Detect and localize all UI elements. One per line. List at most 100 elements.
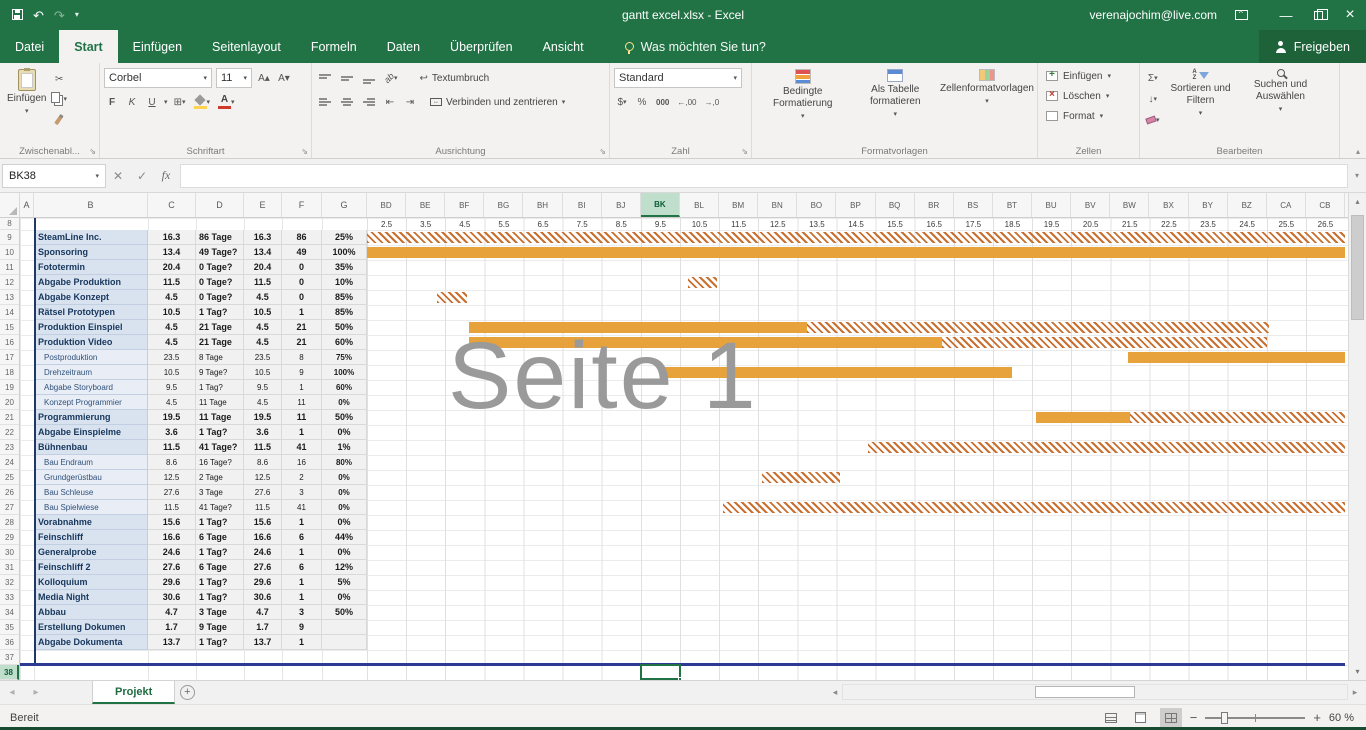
cell-D25[interactable]: 2 Tage — [196, 470, 244, 485]
cell-C25[interactable]: 12.5 — [148, 470, 196, 485]
cell-E16[interactable]: 4.5 — [244, 335, 282, 350]
cell-D28[interactable]: 1 Tag? — [196, 515, 244, 530]
column-header-BR[interactable]: BR — [915, 193, 954, 217]
sheet-grid[interactable]: Seite 1 89101112131415161718192021222324… — [0, 218, 1348, 680]
cell-C27[interactable]: 11.5 — [148, 500, 196, 515]
clipboard-dialog-launcher-icon[interactable]: ⇘ — [89, 147, 96, 156]
cell-B19[interactable]: Abgabe Storyboard — [34, 380, 148, 395]
column-header-BT[interactable]: BT — [993, 193, 1032, 217]
cell-G10[interactable]: 100% — [322, 245, 367, 260]
column-header-BY[interactable]: BY — [1189, 193, 1228, 217]
tab-daten[interactable]: Daten — [372, 30, 435, 63]
cell-G21[interactable]: 50% — [322, 410, 367, 425]
cell-G11[interactable]: 35% — [322, 260, 367, 275]
cell-B23[interactable]: Bühnenbau — [34, 440, 148, 455]
increase-decimal-button[interactable]: ←,00 — [675, 93, 698, 111]
cell-B36[interactable]: Abgabe Dokumenta — [34, 635, 148, 650]
cell-C33[interactable]: 30.6 — [148, 590, 196, 605]
font-name-select[interactable]: Corbel ▾ — [104, 68, 212, 88]
cell-E36[interactable]: 13.7 — [244, 635, 282, 650]
cell-B11[interactable]: Fototermin — [34, 260, 148, 275]
cell-B30[interactable]: Generalprobe — [34, 545, 148, 560]
cell-B34[interactable]: Abbau — [34, 605, 148, 620]
cell-F32[interactable]: 1 — [282, 575, 322, 590]
account-name[interactable]: verenajochim@live.com — [1089, 8, 1217, 22]
row-header-38[interactable]: 38 — [0, 665, 19, 680]
cell-G36[interactable] — [322, 635, 367, 650]
align-left-button[interactable] — [316, 93, 334, 111]
fill-handle[interactable] — [678, 677, 682, 680]
percent-style-button[interactable]: % — [634, 93, 650, 111]
cell-B18[interactable]: Drehzeitraum — [34, 365, 148, 380]
column-header-CA[interactable]: CA — [1267, 193, 1306, 217]
close-button[interactable]: × — [1334, 0, 1366, 30]
cell-D16[interactable]: 21 Tage — [196, 335, 244, 350]
accounting-format-button[interactable]: $▾ — [614, 93, 630, 111]
cell-G33[interactable]: 0% — [322, 590, 367, 605]
cell-F16[interactable]: 21 — [282, 335, 322, 350]
cell-G13[interactable]: 85% — [322, 290, 367, 305]
bold-button[interactable]: F — [104, 93, 120, 111]
column-header-BF[interactable]: BF — [445, 193, 484, 217]
cell-G15[interactable]: 50% — [322, 320, 367, 335]
cell-E32[interactable]: 29.6 — [244, 575, 282, 590]
horizontal-scroll-track[interactable] — [842, 684, 1348, 700]
cell-C11[interactable]: 20.4 — [148, 260, 196, 275]
find-select-button[interactable]: Suchen und Auswählen ▾ — [1240, 66, 1322, 142]
cell-F35[interactable]: 9 — [282, 620, 322, 635]
cell-B27[interactable]: Bau Spielwiese — [34, 500, 148, 515]
cell-F26[interactable]: 3 — [282, 485, 322, 500]
cell-E30[interactable]: 24.6 — [244, 545, 282, 560]
conditional-formatting-button[interactable]: Bedingte Formatierung ▾ — [756, 66, 850, 142]
cell-G34[interactable]: 50% — [322, 605, 367, 620]
cell-D24[interactable]: 16 Tage? — [196, 455, 244, 470]
fill-color-button[interactable]: ▾ — [192, 93, 213, 111]
format-painter-button[interactable] — [49, 110, 69, 128]
cell-C15[interactable]: 4.5 — [148, 320, 196, 335]
row-header-19[interactable]: 19 — [0, 380, 19, 395]
zoom-slider-thumb[interactable] — [1221, 712, 1228, 724]
tab-ansicht[interactable]: Ansicht — [528, 30, 599, 63]
cell-G9[interactable]: 25% — [322, 230, 367, 245]
cell-F20[interactable]: 11 — [282, 395, 322, 410]
font-color-button[interactable]: A ▾ — [216, 93, 237, 111]
cell-E33[interactable]: 30.6 — [244, 590, 282, 605]
cell-D27[interactable]: 41 Tage? — [196, 500, 244, 515]
column-header-BK[interactable]: BK — [641, 193, 680, 217]
row-header-32[interactable]: 32 — [0, 575, 19, 590]
format-cells-button[interactable]: Format ▾ — [1042, 106, 1135, 126]
row-header-13[interactable]: 13 — [0, 290, 19, 305]
column-header-BX[interactable]: BX — [1149, 193, 1188, 217]
cell-E17[interactable]: 23.5 — [244, 350, 282, 365]
cell-G17[interactable]: 75% — [322, 350, 367, 365]
cell-D19[interactable]: 1 Tag? — [196, 380, 244, 395]
cell-E21[interactable]: 19.5 — [244, 410, 282, 425]
enter-icon[interactable]: ✓ — [130, 164, 154, 188]
cell-E9[interactable]: 16.3 — [244, 230, 282, 245]
row-header-33[interactable]: 33 — [0, 590, 19, 605]
cell-G25[interactable]: 0% — [322, 470, 367, 485]
column-header-BN[interactable]: BN — [758, 193, 797, 217]
share-button[interactable]: Freigeben — [1259, 30, 1366, 63]
cell-E23[interactable]: 11.5 — [244, 440, 282, 455]
column-header-BM[interactable]: BM — [719, 193, 758, 217]
column-header-CB[interactable]: CB — [1306, 193, 1345, 217]
wrap-text-button[interactable]: ↩ Textumbruch — [418, 69, 492, 87]
cell-B13[interactable]: Abgabe Konzept — [34, 290, 148, 305]
cell-B12[interactable]: Abgabe Produktion — [34, 275, 148, 290]
row-header-10[interactable]: 10 — [0, 245, 19, 260]
cell-F23[interactable]: 41 — [282, 440, 322, 455]
row-header-27[interactable]: 27 — [0, 500, 19, 515]
tab-seitenlayout[interactable]: Seitenlayout — [197, 30, 296, 63]
qat-customize-icon[interactable]: ▾ — [75, 11, 79, 19]
cell-D15[interactable]: 21 Tage — [196, 320, 244, 335]
cell-E34[interactable]: 4.7 — [244, 605, 282, 620]
cell-E25[interactable]: 12.5 — [244, 470, 282, 485]
cell-F34[interactable]: 3 — [282, 605, 322, 620]
cell-C34[interactable]: 4.7 — [148, 605, 196, 620]
copy-button[interactable]: ▾ — [49, 90, 69, 108]
cell-B20[interactable]: Konzept Programmier — [34, 395, 148, 410]
cell-G35[interactable] — [322, 620, 367, 635]
cell-styles-button[interactable]: Zellenformatvorlagen ▾ — [941, 66, 1033, 142]
cell-F18[interactable]: 9 — [282, 365, 322, 380]
